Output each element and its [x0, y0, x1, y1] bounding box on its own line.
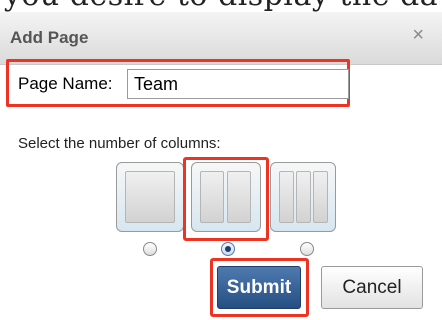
submit-button[interactable]: Submit — [217, 266, 301, 309]
radio-three-columns[interactable] — [300, 242, 314, 256]
column-block — [279, 171, 294, 223]
radio-two-columns[interactable] — [221, 242, 235, 256]
dialog-titlebar: Add Page × — [0, 12, 442, 65]
page-name-label: Page Name: — [18, 74, 113, 93]
layout-one-column[interactable] — [116, 162, 184, 232]
column-block — [125, 171, 175, 223]
page-name-highlight: Page Name: — [6, 59, 350, 107]
layout-three-columns[interactable] — [270, 162, 336, 232]
close-icon[interactable]: × — [412, 24, 424, 47]
column-block — [296, 171, 311, 223]
page-name-input[interactable] — [127, 69, 349, 99]
selected-layout-highlight — [183, 157, 269, 241]
radio-one-column[interactable] — [143, 242, 157, 256]
columns-label: Select the number of columns: — [18, 135, 221, 152]
cancel-button[interactable]: Cancel — [321, 266, 423, 309]
dialog-title: Add Page — [10, 28, 89, 47]
column-block — [313, 171, 328, 223]
